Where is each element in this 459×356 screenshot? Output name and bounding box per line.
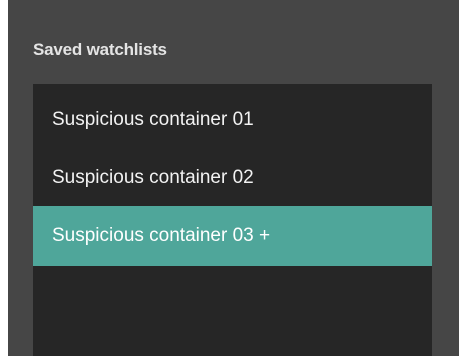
watchlist-item[interactable]: Suspicious container 01 [33, 90, 432, 150]
saved-watchlists-panel: Saved watchlists Suspicious container 01… [8, 0, 459, 356]
panel-title: Saved watchlists [33, 40, 167, 59]
watchlist-item[interactable]: Suspicious container 02 [33, 148, 432, 208]
watchlist-item-selected[interactable]: Suspicious container 03 + [33, 206, 432, 266]
watchlist-list: Suspicious container 01 Suspicious conta… [33, 84, 432, 356]
